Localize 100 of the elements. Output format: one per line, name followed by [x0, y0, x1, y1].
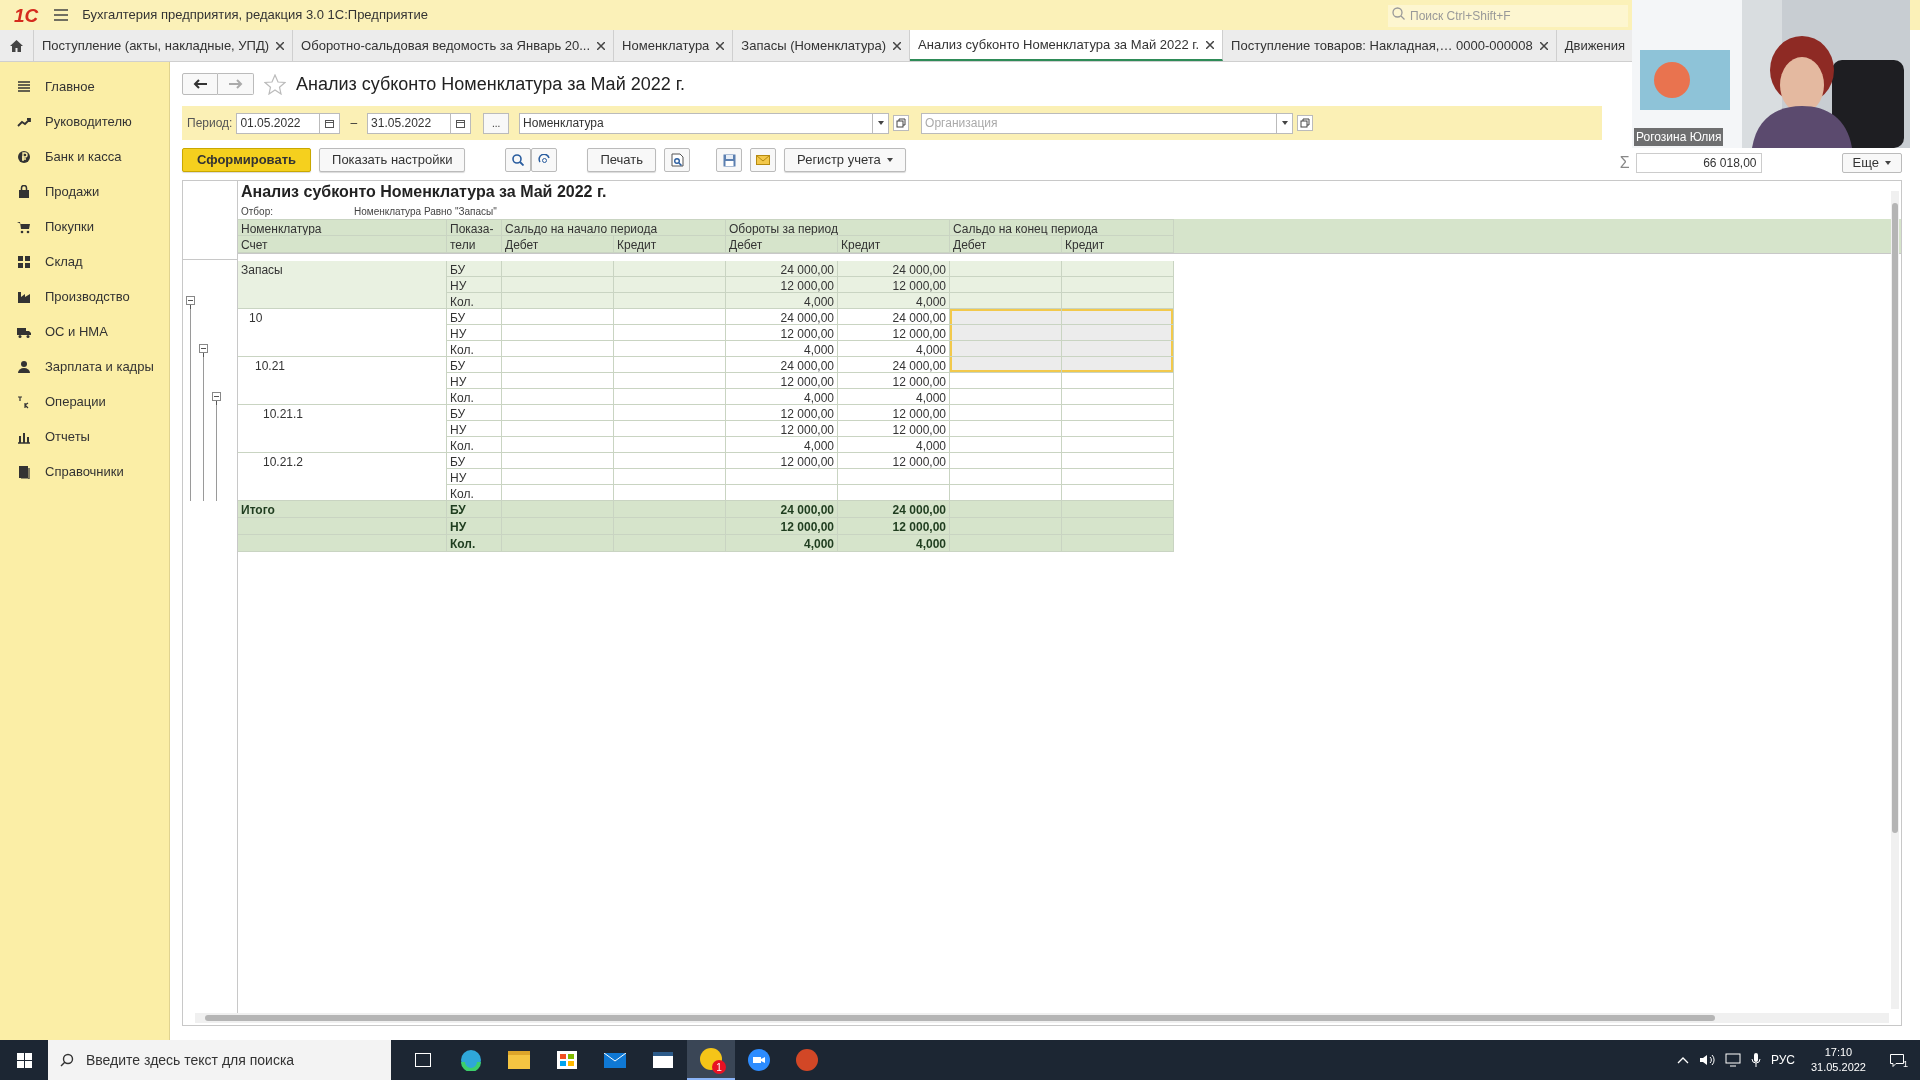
taskbar-search-field[interactable]: Введите здесь текст для поиска: [48, 1040, 391, 1080]
generate-button[interactable]: Сформировать: [182, 148, 312, 172]
collapse-toggle[interactable]: [186, 296, 195, 309]
table-cell: 12 000,00: [838, 453, 950, 469]
star-icon[interactable]: [264, 73, 286, 95]
collapse-toggle[interactable]: [212, 392, 221, 405]
toolbar-button[interactable]: Показать настройки: [319, 148, 466, 172]
sidebar-item[interactable]: Производство: [0, 279, 169, 314]
more-button[interactable]: Еще: [1841, 153, 1902, 173]
close-icon[interactable]: [276, 41, 285, 50]
table-cell: БУ: [447, 261, 502, 277]
back-button[interactable]: [182, 73, 218, 95]
menu-icon: [17, 79, 31, 94]
sidebar-item[interactable]: Руководителю: [0, 104, 169, 139]
close-icon[interactable]: [1539, 41, 1548, 50]
caret-icon: [1281, 121, 1288, 125]
dropdown-button[interactable]: [873, 112, 890, 134]
scrollbar-thumb[interactable]: [205, 1015, 1715, 1021]
browser-icon[interactable]: [460, 1049, 482, 1071]
taskbar-button[interactable]: 1: [687, 1040, 735, 1080]
save-button[interactable]: [716, 148, 743, 172]
sidebar-item[interactable]: Покупки: [0, 209, 169, 244]
toolbar-button[interactable]: Печать: [587, 148, 657, 172]
sidebar-item[interactable]: Отчеты: [0, 419, 169, 454]
table-cell: Кол.: [447, 389, 502, 405]
mail-icon[interactable]: [604, 1052, 626, 1068]
presentation-icon[interactable]: [796, 1049, 818, 1071]
close-icon[interactable]: [1206, 40, 1215, 49]
table-cell: 12 000,00: [838, 325, 950, 341]
open-icon[interactable]: [1297, 115, 1314, 131]
table-cell: 4,000: [726, 293, 838, 309]
vertical-scrollbar[interactable]: [1891, 191, 1899, 1009]
dash: –: [349, 115, 359, 132]
close-icon[interactable]: [716, 41, 725, 50]
tab[interactable]: Анализ субконто Номенклатура за Май 2022 г.: [910, 30, 1224, 61]
search-field[interactable]: Поиск Ctrl+Shift+F: [1388, 5, 1628, 27]
window-icon[interactable]: [653, 1052, 673, 1068]
table-cell: НУ: [447, 421, 502, 437]
sidebar-item[interactable]: Главное: [0, 69, 169, 104]
period-button[interactable]: ...: [483, 112, 510, 134]
table-cell: БУ: [447, 357, 502, 373]
table-cell: 12 000,00: [838, 405, 950, 421]
sidebar-item[interactable]: Банк и касса: [0, 139, 169, 174]
tab-label: Движения: [1564, 36, 1626, 55]
column-header: Номенклатура: [238, 219, 447, 236]
notification-count: 1: [1903, 1060, 1908, 1069]
calendar-icon[interactable]: [325, 118, 335, 128]
column-header: Обороты за период: [726, 219, 950, 236]
collapse-toggle[interactable]: [199, 344, 208, 357]
date-field[interactable]: 31.05.2022: [367, 112, 452, 134]
search-refresh-button[interactable]: [531, 148, 558, 172]
table-cell: 24 000,00: [838, 309, 950, 325]
table-cell: БУ: [447, 453, 502, 469]
dropdown-button[interactable]: Регистр учета: [784, 148, 906, 172]
menu-icon[interactable]: [54, 9, 69, 21]
arrow-right-icon: [228, 79, 243, 89]
table-cell: 12 000,00: [726, 453, 838, 469]
sum-field: 66 018,00: [1635, 153, 1762, 173]
horizontal-scrollbar[interactable]: [195, 1013, 1889, 1023]
search-icon: [1392, 7, 1405, 20]
calendar-icon[interactable]: [456, 118, 466, 128]
organization-field[interactable]: Организация: [921, 112, 1278, 134]
store-icon[interactable]: [557, 1051, 577, 1069]
dropdown-button[interactable]: [1277, 112, 1294, 134]
mail-button[interactable]: [750, 148, 777, 172]
table-cell: БУ: [447, 405, 502, 421]
sidebar-item[interactable]: Операции: [0, 384, 169, 419]
scrollbar-thumb[interactable]: [1892, 203, 1898, 833]
chevron-up-icon[interactable]: [1676, 1056, 1689, 1064]
close-icon[interactable]: [893, 41, 902, 50]
table-cell: 12 000,00: [726, 405, 838, 421]
sidebar-item[interactable]: Справочники: [0, 454, 169, 489]
search-button[interactable]: [505, 148, 532, 172]
windows-icon[interactable]: [16, 1052, 32, 1068]
column-header: тели: [447, 236, 502, 253]
grid-icon: [17, 254, 31, 269]
home-icon: [10, 39, 23, 52]
table-cell: НУ: [447, 325, 502, 341]
sidebar-item[interactable]: ОС и НМА: [0, 314, 169, 349]
close-icon[interactable]: [597, 41, 606, 50]
sidebar-item[interactable]: Зарплата и кадры: [0, 349, 169, 384]
sidebar-item[interactable]: Продажи: [0, 174, 169, 209]
microphone-icon[interactable]: [1750, 1053, 1761, 1067]
network-icon[interactable]: [1724, 1053, 1741, 1067]
date-field[interactable]: 01.05.2022: [236, 112, 321, 134]
message-icon[interactable]: [1890, 1053, 1904, 1067]
speaker-icon[interactable]: [1698, 1053, 1715, 1067]
preview-button[interactable]: [664, 148, 691, 172]
language-indicator[interactable]: РУС: [1770, 1051, 1795, 1069]
column-header: Дебет: [502, 236, 614, 253]
open-icon[interactable]: [893, 115, 910, 131]
clock-date: 31.05.2022: [1810, 1060, 1866, 1075]
task-view-icon[interactable]: [415, 1053, 431, 1067]
video-camera-icon[interactable]: [748, 1049, 770, 1071]
sidebar-item[interactable]: Склад: [0, 244, 169, 279]
table-cell: НУ: [447, 277, 502, 293]
nomenclature-field[interactable]: Номенклатура: [519, 112, 874, 134]
search-icon: [512, 154, 525, 166]
table-cell: 24 000,00: [838, 261, 950, 277]
table-cell: 12 000,00: [838, 421, 950, 437]
